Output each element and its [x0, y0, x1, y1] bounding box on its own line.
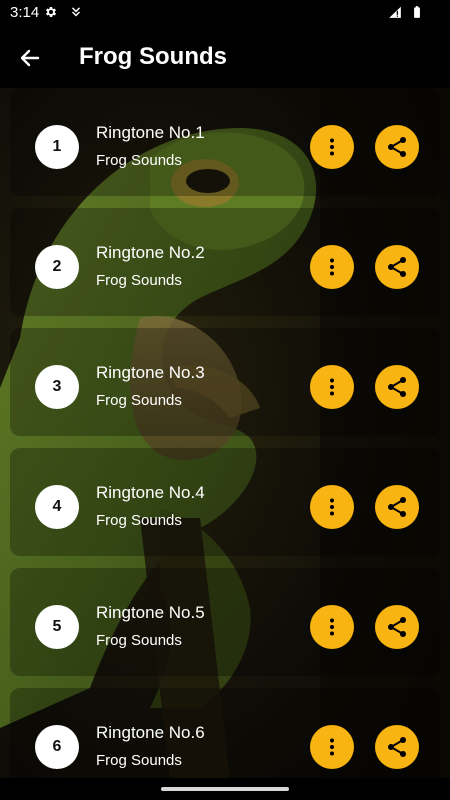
share-button[interactable] [375, 245, 419, 289]
ringtone-list: 1 Ringtone No.1 Frog Sounds 2 Ringtone N… [0, 88, 450, 778]
more-vertical-icon [330, 378, 334, 396]
share-icon [388, 377, 406, 397]
more-options-button[interactable] [310, 605, 354, 649]
item-subtitle: Frog Sounds [96, 272, 182, 289]
share-icon [388, 137, 406, 157]
item-number-badge: 4 [35, 485, 79, 529]
more-options-button[interactable] [310, 245, 354, 289]
more-vertical-icon [330, 138, 334, 156]
item-number-badge: 3 [35, 365, 79, 409]
more-options-button[interactable] [310, 725, 354, 769]
share-button[interactable] [375, 485, 419, 529]
item-title: Ringtone No.2 [96, 243, 205, 262]
item-title: Ringtone No.1 [96, 123, 205, 142]
app-bar: Frog Sounds [0, 26, 450, 88]
item-subtitle: Frog Sounds [96, 152, 182, 169]
share-button[interactable] [375, 125, 419, 169]
item-title: Ringtone No.6 [96, 723, 205, 742]
share-icon [388, 497, 406, 517]
list-item[interactable]: 4 Ringtone No.4 Frog Sounds [10, 448, 440, 556]
list-item[interactable]: 3 Ringtone No.3 Frog Sounds [10, 328, 440, 436]
item-title: Ringtone No.3 [96, 363, 205, 382]
item-number-badge: 1 [35, 125, 79, 169]
status-time: 3:14 [10, 4, 40, 21]
item-title: Ringtone No.4 [96, 483, 205, 502]
share-button[interactable] [375, 365, 419, 409]
more-options-button[interactable] [310, 485, 354, 529]
share-button[interactable] [375, 725, 419, 769]
more-vertical-icon [330, 258, 334, 276]
battery-icon [414, 6, 420, 18]
share-button[interactable] [375, 605, 419, 649]
share-icon [388, 617, 406, 637]
download-icon [71, 7, 81, 17]
item-title: Ringtone No.5 [96, 603, 205, 622]
home-gesture-handle[interactable] [161, 787, 289, 791]
share-icon [388, 257, 406, 277]
item-subtitle: Frog Sounds [96, 752, 182, 769]
list-item[interactable]: 2 Ringtone No.2 Frog Sounds [10, 208, 440, 316]
gesture-nav-bar [0, 778, 450, 800]
more-options-button[interactable] [310, 365, 354, 409]
more-vertical-icon [330, 738, 334, 756]
item-number-badge: 6 [35, 725, 79, 769]
item-number-badge: 2 [35, 245, 79, 289]
item-subtitle: Frog Sounds [96, 632, 182, 649]
item-number-badge: 5 [35, 605, 79, 649]
more-options-button[interactable] [310, 125, 354, 169]
list-item[interactable]: 5 Ringtone No.5 Frog Sounds [10, 568, 440, 676]
item-subtitle: Frog Sounds [96, 392, 182, 409]
status-bar: 3:14 [0, 0, 450, 26]
page-title: Frog Sounds [79, 43, 227, 70]
wifi-icon [389, 6, 401, 18]
back-button[interactable] [14, 42, 46, 74]
item-subtitle: Frog Sounds [96, 512, 182, 529]
gear-icon [45, 6, 57, 18]
list-item[interactable]: 6 Ringtone No.6 Frog Sounds [10, 688, 440, 778]
more-vertical-icon [330, 498, 334, 516]
arrow-back-icon [20, 49, 40, 67]
more-vertical-icon [330, 618, 334, 636]
list-item[interactable]: 1 Ringtone No.1 Frog Sounds [10, 88, 440, 196]
share-icon [388, 737, 406, 757]
